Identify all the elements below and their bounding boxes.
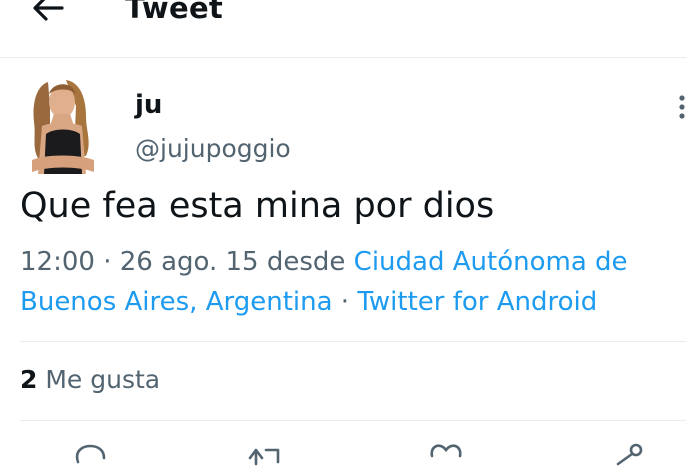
- source-link[interactable]: Twitter for Android: [357, 287, 597, 317]
- more-options-icon[interactable]: [676, 94, 686, 120]
- tweet-metadata: 12:00 · 26 ago. 15 desde Ciudad Autónoma…: [20, 242, 680, 322]
- page-title: Tweet: [125, 0, 224, 25]
- reply-button[interactable]: [70, 440, 110, 470]
- retweet-button[interactable]: [244, 440, 284, 470]
- username-handle[interactable]: @jujupoggio: [135, 132, 291, 166]
- avatar[interactable]: [20, 76, 106, 174]
- tweet-date[interactable]: 26 ago. 15: [120, 247, 259, 277]
- tweet-text: Que fea esta mina por dios: [20, 186, 495, 226]
- reply-icon: [75, 444, 106, 464]
- separator: ·: [332, 287, 358, 317]
- arrow-left-icon: [33, 0, 64, 21]
- divider: [20, 341, 686, 342]
- like-button[interactable]: [428, 440, 468, 470]
- tweet-time[interactable]: 12:00: [20, 247, 95, 277]
- heart-icon: [430, 444, 462, 458]
- retweet-icon: [248, 448, 280, 466]
- separator: ·: [94, 247, 120, 277]
- likes-count: 2: [20, 365, 38, 394]
- desde-label: desde: [258, 247, 354, 277]
- top-bar: Tweet: [0, 0, 686, 58]
- share-icon: [616, 443, 643, 466]
- likes-label: Me gusta: [37, 365, 161, 394]
- share-button[interactable]: [612, 440, 652, 470]
- likes-stat[interactable]: 2 Me gusta: [20, 362, 160, 398]
- display-name[interactable]: ju: [135, 88, 162, 122]
- back-button[interactable]: [28, 0, 68, 28]
- divider: [20, 420, 686, 421]
